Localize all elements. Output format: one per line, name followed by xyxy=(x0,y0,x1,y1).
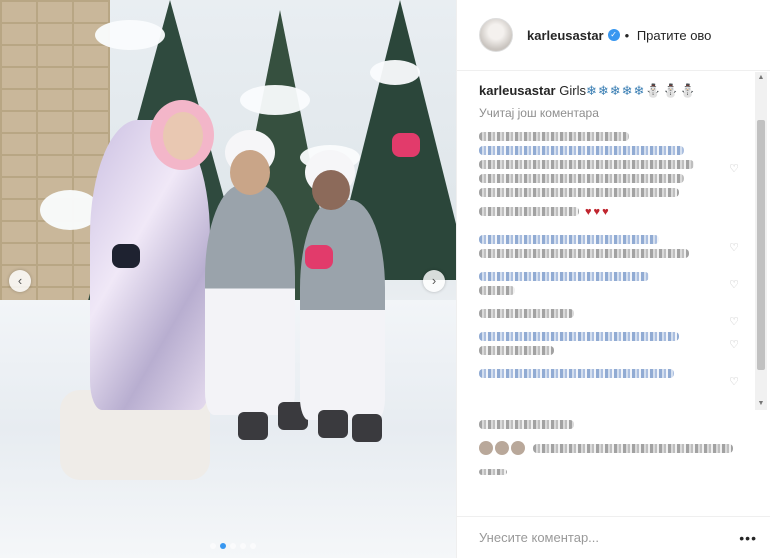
blurred-text xyxy=(479,369,674,378)
like-comment-heart-icon[interactable]: ♡ xyxy=(729,162,739,175)
snow-patch xyxy=(240,85,310,115)
caption-username[interactable]: karleusastar xyxy=(479,83,556,98)
blurred-text xyxy=(479,207,579,216)
like-comment-heart-icon[interactable]: ♡ xyxy=(729,278,739,291)
blurred-text xyxy=(479,160,694,169)
carousel-dot xyxy=(240,543,246,549)
blurred-text xyxy=(479,146,684,155)
blurred-text xyxy=(479,132,629,141)
timestamp-row xyxy=(479,460,749,484)
face xyxy=(163,112,203,160)
scroll-up-arrow-icon[interactable]: ▲ xyxy=(755,72,767,84)
blurred-text xyxy=(479,235,659,244)
blurred-face xyxy=(230,150,270,195)
username-link[interactable]: karleusastar xyxy=(527,28,604,43)
comment-end-row: ♥♥♥ xyxy=(479,202,715,221)
like-comment-heart-icon[interactable]: ♡ xyxy=(729,338,739,351)
like-comment-heart-icon[interactable]: ♡ xyxy=(729,375,739,388)
load-more-comments-link[interactable]: Учитај још коментара xyxy=(479,106,755,120)
avatar xyxy=(511,441,525,455)
separator-dot: • xyxy=(624,27,630,43)
blurred-text xyxy=(479,249,689,258)
blurred-text xyxy=(479,309,574,318)
blurred-face xyxy=(312,170,350,210)
follow-button[interactable]: Пратите ово xyxy=(637,28,712,43)
verified-badge-icon: ✓ xyxy=(607,29,620,41)
follow-area: • Пратите ово xyxy=(625,28,712,43)
blurred-action-icons[interactable] xyxy=(479,419,574,429)
carousel-dot xyxy=(250,543,256,549)
child-grey-jacket xyxy=(300,200,385,420)
post-side-panel: karleusastar ✓ • Пратите ово karleusasta… xyxy=(456,0,770,558)
blurred-likes-text[interactable] xyxy=(533,443,733,453)
caption-text: Girls xyxy=(559,83,586,98)
blurred-timestamp xyxy=(479,469,507,475)
post-photo[interactable]: ‹ › xyxy=(0,0,456,558)
list-item: ♡ xyxy=(479,272,755,295)
list-item: ♡ xyxy=(479,309,755,328)
dark-boot xyxy=(318,410,348,438)
list-item: ♡ xyxy=(479,332,755,355)
pink-glove xyxy=(392,133,420,157)
carousel-dot-active xyxy=(220,543,226,549)
like-comment-heart-icon[interactable]: ♡ xyxy=(729,241,739,254)
carousel-dot xyxy=(230,543,236,549)
comments-list[interactable]: karleusastar Girls❄❄❄❄❄⛄⛄⛄ Учитај још ко… xyxy=(457,72,755,410)
dark-boot xyxy=(352,414,382,442)
blurred-text xyxy=(479,346,554,355)
scrollbar-thumb[interactable] xyxy=(757,120,765,370)
avatar xyxy=(479,441,493,455)
post-header: karleusastar ✓ • Пратите ово xyxy=(457,0,770,71)
blurred-text xyxy=(479,332,679,341)
list-item: ♥♥♥ ♡ xyxy=(479,132,755,221)
previous-slide-button[interactable]: ‹ xyxy=(9,270,31,292)
chevron-left-icon: ‹ xyxy=(17,273,23,288)
list-item: ♡ xyxy=(479,235,755,258)
blurred-text xyxy=(479,174,684,183)
snow-patch xyxy=(370,60,420,85)
scroll-down-arrow-icon[interactable]: ▼ xyxy=(755,398,767,410)
child-grey-jacket xyxy=(205,185,295,415)
blurred-text xyxy=(479,286,515,295)
pink-glove xyxy=(305,245,333,269)
liker-avatars[interactable] xyxy=(479,441,525,455)
list-item: ♡ xyxy=(479,369,755,388)
carousel-dot xyxy=(210,543,216,549)
comment-input[interactable] xyxy=(479,530,740,545)
add-comment-bar: ••• xyxy=(457,516,770,558)
liked-by-row xyxy=(479,436,749,460)
post-actions-area xyxy=(479,412,749,484)
next-slide-button[interactable]: › xyxy=(423,270,445,292)
dark-glove xyxy=(112,244,140,268)
chevron-right-icon: › xyxy=(431,273,437,288)
avatar xyxy=(495,441,509,455)
like-comment-heart-icon[interactable]: ♡ xyxy=(729,315,739,328)
avatar[interactable] xyxy=(479,18,513,52)
dark-boot xyxy=(238,412,268,440)
post-caption: karleusastar Girls❄❄❄❄❄⛄⛄⛄ xyxy=(479,82,755,100)
red-hearts: ♥♥♥ xyxy=(585,205,611,218)
blurred-text xyxy=(479,188,679,197)
action-icons-row xyxy=(479,412,749,436)
blurred-text xyxy=(479,272,649,281)
snowflake-snowman-emojis: ❄❄❄❄❄⛄⛄⛄ xyxy=(585,83,697,98)
more-options-button[interactable]: ••• xyxy=(739,530,757,546)
snow-patch xyxy=(95,20,165,50)
carousel-indicator xyxy=(210,543,256,549)
comments-scrollbar[interactable]: ▲ ▼ xyxy=(755,72,767,410)
